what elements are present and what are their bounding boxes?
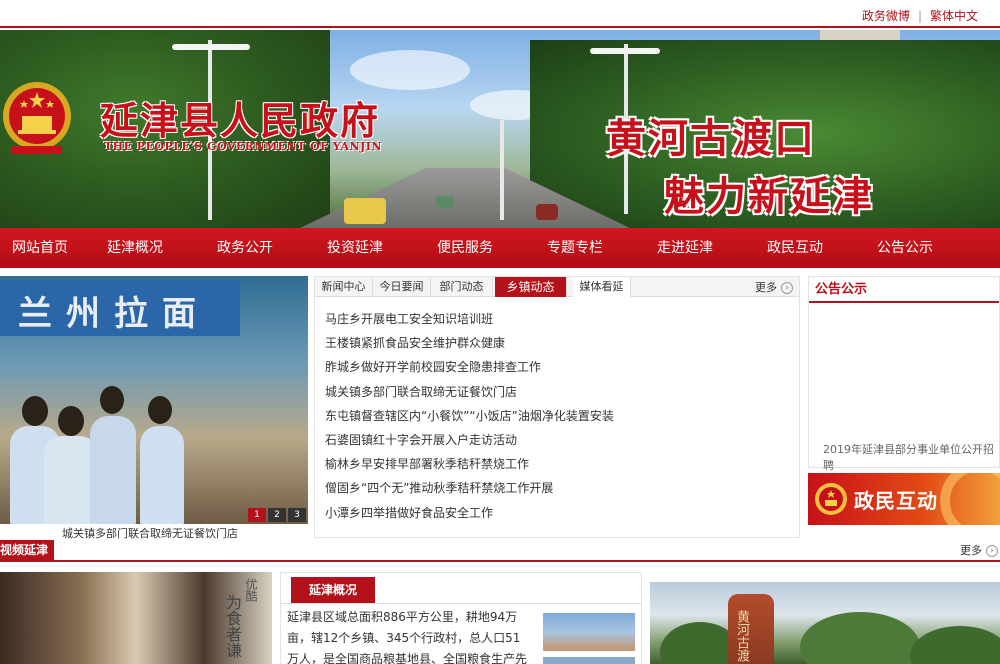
slogan-line-2: 魅力新延津 xyxy=(664,173,874,220)
announcement-scroll-item[interactable]: 2019年延津县部分事业单位公开招聘 xyxy=(823,441,999,473)
video-section-title: 视频延津 xyxy=(0,540,55,560)
overview-divider xyxy=(281,603,641,604)
slide-person-head xyxy=(58,406,84,436)
list-item[interactable]: 王楼镇紧抓食品安全维护群众健康 xyxy=(325,333,614,357)
overview-photo[interactable] xyxy=(543,613,635,651)
slide-page-2[interactable]: 2 xyxy=(268,508,286,522)
weibo-link[interactable]: 政务微博 xyxy=(862,9,910,23)
nav-item-special-topics[interactable]: 专题专栏 xyxy=(520,228,630,268)
nav-item-investment[interactable]: 投资延津 xyxy=(300,228,410,268)
tab-headlines[interactable]: 今日要闻 xyxy=(373,277,431,297)
overview-text: 延津县区域总面积886平方公里，耕地94万亩，辖12个乡镇、345个行政村，总人… xyxy=(287,610,528,664)
nav-item-services[interactable]: 便民服务 xyxy=(410,228,520,268)
nav-item-home[interactable]: 网站首页 xyxy=(0,228,80,268)
main-nav: 网站首页 延津概况 政务公开 投资延津 便民服务 专题专栏 走进延津 政民互动 … xyxy=(0,228,1000,268)
slide-person xyxy=(140,426,184,524)
banner-car xyxy=(536,204,558,220)
chevron-right-icon: › xyxy=(986,545,998,557)
news-list: 马庄乡开展电工安全知识培训班 王楼镇紧抓食品安全维护群众健康 胙城乡做好开学前校… xyxy=(325,309,614,527)
nav-item-interaction[interactable]: 政民互动 xyxy=(740,228,850,268)
scene-tree xyxy=(910,626,1000,664)
video-calligraphy-small: 优酷 xyxy=(244,578,258,602)
news-more-label: 更多 xyxy=(755,281,777,294)
nav-item-visit[interactable]: 走进延津 xyxy=(630,228,740,268)
tab-department-news[interactable]: 部门动态 xyxy=(431,277,493,297)
page: 政务微博 | 繁体中文 延津县人民政府 THE PEOPLE'S GOVERNM… xyxy=(0,0,1000,664)
top-utility-bar: 政务微博 | 繁体中文 xyxy=(0,0,1000,28)
overview-photo[interactable] xyxy=(543,657,635,664)
news-more-link[interactable]: 更多 › xyxy=(755,279,793,295)
public-interaction-label: 政民互动 xyxy=(854,489,938,513)
chevron-right-icon: › xyxy=(781,282,793,294)
scene-monument: 黄河古渡 xyxy=(728,594,774,664)
site-subtitle: THE PEOPLE'S GOVERNMENT OF YANJIN xyxy=(104,140,382,153)
top-links-separator: | xyxy=(917,9,922,23)
banner-lamp-head xyxy=(172,44,250,50)
slide-person-head xyxy=(100,386,124,414)
list-item[interactable]: 榆林乡早安排早部署秋季秸秆禁烧工作 xyxy=(325,454,614,478)
tab-township-news[interactable]: 乡镇动态 xyxy=(495,277,567,297)
banner-lamppost xyxy=(500,120,504,220)
slogan-line-1: 黄河古渡口 xyxy=(606,115,816,162)
nav-item-gov-affairs[interactable]: 政务公开 xyxy=(190,228,300,268)
banner-car xyxy=(344,198,386,224)
list-item[interactable]: 小潭乡四举措做好食品安全工作 xyxy=(325,503,614,527)
scene-monument-text: 黄河古渡 xyxy=(734,610,749,662)
news-tabs-panel: 新闻中心 今日要闻 部门动态 乡镇动态 媒体看延 更多 › 马庄乡开展电工安全知识… xyxy=(314,276,800,538)
slide-person-head xyxy=(148,396,172,424)
scene-tree xyxy=(800,612,920,664)
slide-caption[interactable]: 城关镇多部门联合取缔无证餐饮门店 xyxy=(62,525,238,541)
banner-cloud xyxy=(350,50,470,90)
video-more-link[interactable]: 更多 › xyxy=(960,542,998,558)
list-item[interactable]: 胙城乡做好开学前校园安全隐患排查工作 xyxy=(325,357,614,381)
nav-item-overview[interactable]: 延津概况 xyxy=(80,228,190,268)
list-item[interactable]: 石婆固镇红十字会开展入户走访活动 xyxy=(325,430,614,454)
video-section-header: 视频延津 更多 › xyxy=(0,540,1000,562)
tab-media-view[interactable]: 媒体看延 xyxy=(573,277,631,297)
traditional-chinese-link[interactable]: 繁体中文 xyxy=(930,9,978,23)
slide-person xyxy=(90,416,136,524)
slide-pagination: 1 2 3 xyxy=(248,508,306,522)
banner-car xyxy=(436,196,454,208)
slide-page-3[interactable]: 3 xyxy=(288,508,306,522)
slide-person-head xyxy=(22,396,48,426)
news-tab-bar: 新闻中心 今日要闻 部门动态 乡镇动态 媒体看延 更多 › xyxy=(315,277,799,297)
slide-sign-text: 兰州拉面 xyxy=(18,294,210,334)
county-overview-panel: 延津概况 延津县区域总面积886平方公里，耕地94万亩，辖12个乡镇、345个行… xyxy=(280,572,642,664)
announcement-panel: 公告公示 2019年延津县部分事业单位公开招聘 xyxy=(808,276,1000,472)
tab-county-overview[interactable]: 延津概况 xyxy=(291,577,375,603)
slide-storefront-sign: 兰州拉面 xyxy=(0,280,240,336)
list-item[interactable]: 东屯镇督查辖区内“小餐饮”“小饭店”油烟净化装置安装 xyxy=(325,406,614,430)
news-slideshow[interactable]: 兰州拉面 1 2 3 xyxy=(0,276,308,524)
top-links: 政务微博 | 繁体中文 xyxy=(862,7,978,24)
nav-item-notices[interactable]: 公告公示 xyxy=(850,228,960,268)
banner-lamp-head xyxy=(590,48,660,54)
tab-news-center[interactable]: 新闻中心 xyxy=(315,277,373,297)
national-emblem-icon xyxy=(3,82,71,154)
site-title: 延津县人民政府 xyxy=(100,98,381,143)
public-interaction-banner[interactable]: 政民互动 xyxy=(808,473,1000,525)
list-item[interactable]: 城关镇多部门联合取缔无证餐饮门店 xyxy=(325,382,614,406)
list-item[interactable]: 僧固乡“四个无”推动秋季秸秆禁烧工作开展 xyxy=(325,478,614,502)
announcement-title: 公告公示 xyxy=(809,277,999,303)
video-more-label: 更多 xyxy=(960,544,982,557)
video-thumbnail[interactable]: 优酷 为食者谦 xyxy=(0,572,272,664)
header-banner: 延津县人民政府 THE PEOPLE'S GOVERNMENT OF YANJI… xyxy=(0,30,1000,228)
slide-page-1[interactable]: 1 xyxy=(248,508,266,522)
banner-decor-ring xyxy=(940,473,1000,525)
video-calligraphy-large: 为食者谦 xyxy=(223,594,242,658)
national-emblem-icon xyxy=(815,483,847,515)
list-item[interactable]: 马庄乡开展电工安全知识培训班 xyxy=(325,309,614,333)
scenic-photo[interactable]: 黄河古渡 xyxy=(650,582,1000,664)
